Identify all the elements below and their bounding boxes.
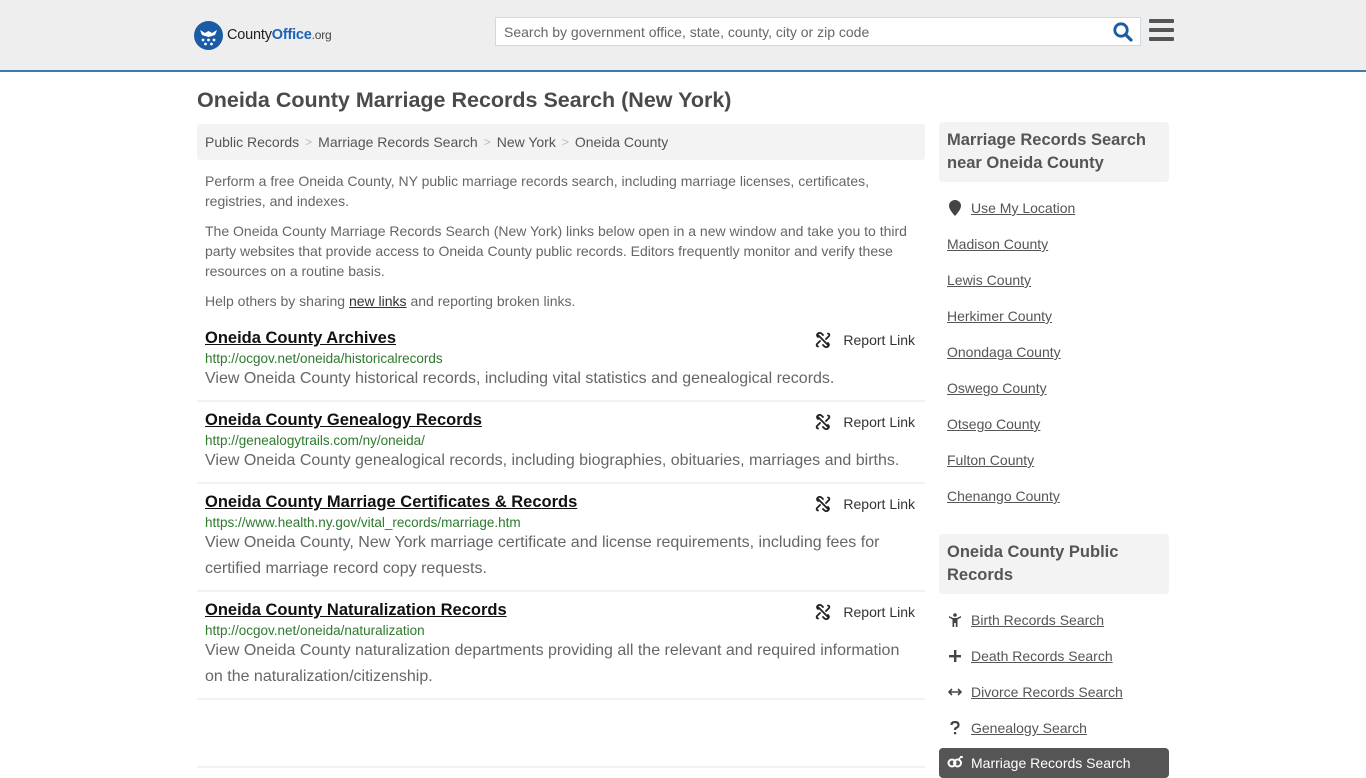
question-icon [947, 721, 963, 735]
public-record-item: Divorce Records Search [947, 674, 1161, 710]
breadcrumb: Public Records > Marriage Records Search… [197, 124, 925, 160]
marriage-records-active-label: Marriage Records Search [971, 755, 1131, 771]
hamburger-menu-icon [1149, 19, 1175, 41]
broken-link-icon [816, 332, 831, 348]
intro-help-text-end: and reporting broken links. [406, 293, 576, 309]
nearby-county-item: Oswego County [947, 370, 1161, 406]
result-item: Oneida County Archives http://ocgov.net/… [197, 320, 925, 402]
report-link-button[interactable]: Report Link [815, 604, 915, 620]
nearby-county-item: Chenango County [947, 478, 1161, 514]
intro-paragraph-1: Perform a free Oneida County, NY public … [205, 173, 869, 209]
marriage-records-active-item[interactable]: Marriage Records Search [939, 748, 1169, 778]
nearby-county-item: Otsego County [947, 406, 1161, 442]
site-logo[interactable]: CountyOffice.org [194, 20, 332, 50]
report-link-label: Report Link [843, 332, 915, 348]
report-link-button[interactable]: Report Link [815, 414, 915, 430]
result-url[interactable]: https://www.health.ny.gov/vital_records/… [205, 515, 917, 530]
county-link-lewis[interactable]: Lewis County [947, 272, 1031, 288]
result-description: View Oneida County naturalization depart… [205, 642, 900, 685]
county-link-onondaga[interactable]: Onondaga County [947, 344, 1061, 360]
county-link-chenango[interactable]: Chenango County [947, 488, 1060, 504]
hamburger-menu-button[interactable] [1149, 19, 1175, 43]
intro-text: Perform a free Oneida County, NY public … [205, 171, 917, 321]
result-title-link[interactable]: Oneida County Naturalization Records [205, 601, 507, 620]
nearby-list: Use My Location Madison County Lewis Cou… [939, 182, 1169, 514]
breadcrumb-new-york[interactable]: New York [497, 134, 556, 150]
report-link-label: Report Link [843, 496, 915, 512]
county-link-madison[interactable]: Madison County [947, 236, 1048, 252]
county-link-fulton[interactable]: Fulton County [947, 452, 1034, 468]
breadcrumb-separator: > [483, 135, 491, 149]
result-description: View Oneida County genealogical records,… [205, 452, 900, 469]
public-records-heading: Oneida County Public Records [939, 534, 1169, 594]
nearby-county-item: Herkimer County [947, 298, 1161, 334]
report-link-button[interactable]: Report Link [815, 496, 915, 512]
arrows-horizontal-icon [947, 687, 963, 697]
breadcrumb-oneida-county[interactable]: Oneida County [575, 134, 668, 150]
nearby-heading: Marriage Records Search near Oneida Coun… [939, 122, 1169, 182]
result-description: View Oneida County, New York marriage ce… [205, 534, 880, 577]
nearby-county-item: Fulton County [947, 442, 1161, 478]
breadcrumb-separator: > [561, 135, 569, 149]
nearby-county-item: Lewis County [947, 262, 1161, 298]
broken-link-icon [816, 414, 831, 430]
plus-icon [947, 650, 963, 662]
intro-paragraph-3: Help others by sharing new links and rep… [205, 291, 917, 311]
eagle-stars-logo-icon [194, 20, 223, 50]
public-record-item: Death Records Search [947, 638, 1161, 674]
broken-link-icon [816, 496, 831, 512]
birth-records-link[interactable]: Birth Records Search [971, 612, 1104, 628]
search-icon [1113, 22, 1133, 42]
breadcrumb-public-records[interactable]: Public Records [205, 134, 299, 150]
county-link-herkimer[interactable]: Herkimer County [947, 308, 1052, 324]
intro-help-text: Help others by sharing [205, 293, 349, 309]
result-url[interactable]: http://ocgov.net/oneida/naturalization [205, 623, 917, 638]
report-link-button[interactable]: Report Link [815, 332, 915, 348]
result-url[interactable]: http://ocgov.net/oneida/historicalrecord… [205, 351, 917, 366]
breadcrumb-marriage-records-search[interactable]: Marriage Records Search [318, 134, 478, 150]
result-item: Oneida County Genealogy Records http://g… [197, 402, 925, 484]
nearby-county-item: Onondaga County [947, 334, 1161, 370]
site-header: CountyOffice.org [0, 0, 1366, 72]
result-title-link[interactable]: Oneida County Genealogy Records [205, 411, 482, 430]
public-record-item: Birth Records Search [947, 602, 1161, 638]
public-record-item: Genealogy Search [947, 710, 1161, 746]
logo-text-county: County [227, 27, 272, 43]
report-link-label: Report Link [843, 414, 915, 430]
marriage-icon [947, 755, 963, 771]
death-records-link[interactable]: Death Records Search [971, 648, 1113, 664]
report-link-label: Report Link [843, 604, 915, 620]
county-link-otsego[interactable]: Otsego County [947, 416, 1040, 432]
genealogy-search-link[interactable]: Genealogy Search [971, 720, 1087, 736]
logo-text-org: .org [311, 28, 332, 42]
broken-link-icon [816, 604, 831, 620]
search-input[interactable] [496, 18, 1106, 45]
results-list: Oneida County Archives http://ocgov.net/… [197, 320, 925, 700]
search-bar [495, 17, 1141, 46]
map-marker-icon [947, 200, 963, 216]
logo-wordmark: CountyOffice.org [227, 27, 332, 43]
result-title-link[interactable]: Oneida County Archives [205, 329, 396, 348]
intro-paragraph-2: The Oneida County Marriage Records Searc… [205, 223, 907, 279]
use-my-location-item: Use My Location [947, 190, 1161, 226]
nearby-county-item: Madison County [947, 226, 1161, 262]
page-title: Oneida County Marriage Records Search (N… [197, 88, 732, 112]
sidebar: Marriage Records Search near Oneida Coun… [939, 122, 1169, 778]
use-my-location-link[interactable]: Use My Location [971, 200, 1075, 216]
result-item: Oneida County Naturalization Records htt… [197, 592, 925, 700]
result-item: Oneida County Marriage Certificates & Re… [197, 484, 925, 592]
child-icon [947, 613, 963, 627]
result-url[interactable]: http://genealogytrails.com/ny/oneida/ [205, 433, 917, 448]
breadcrumb-separator: > [305, 135, 313, 149]
county-link-oswego[interactable]: Oswego County [947, 380, 1047, 396]
divorce-records-link[interactable]: Divorce Records Search [971, 684, 1123, 700]
logo-text-office: Office [271, 27, 312, 43]
search-button[interactable] [1112, 21, 1134, 43]
new-links-link[interactable]: new links [349, 293, 407, 309]
public-records-list: Birth Records Search Death Records Searc… [939, 594, 1169, 778]
result-description: View Oneida County historical records, i… [205, 370, 835, 387]
result-title-link[interactable]: Oneida County Marriage Certificates & Re… [205, 493, 577, 512]
